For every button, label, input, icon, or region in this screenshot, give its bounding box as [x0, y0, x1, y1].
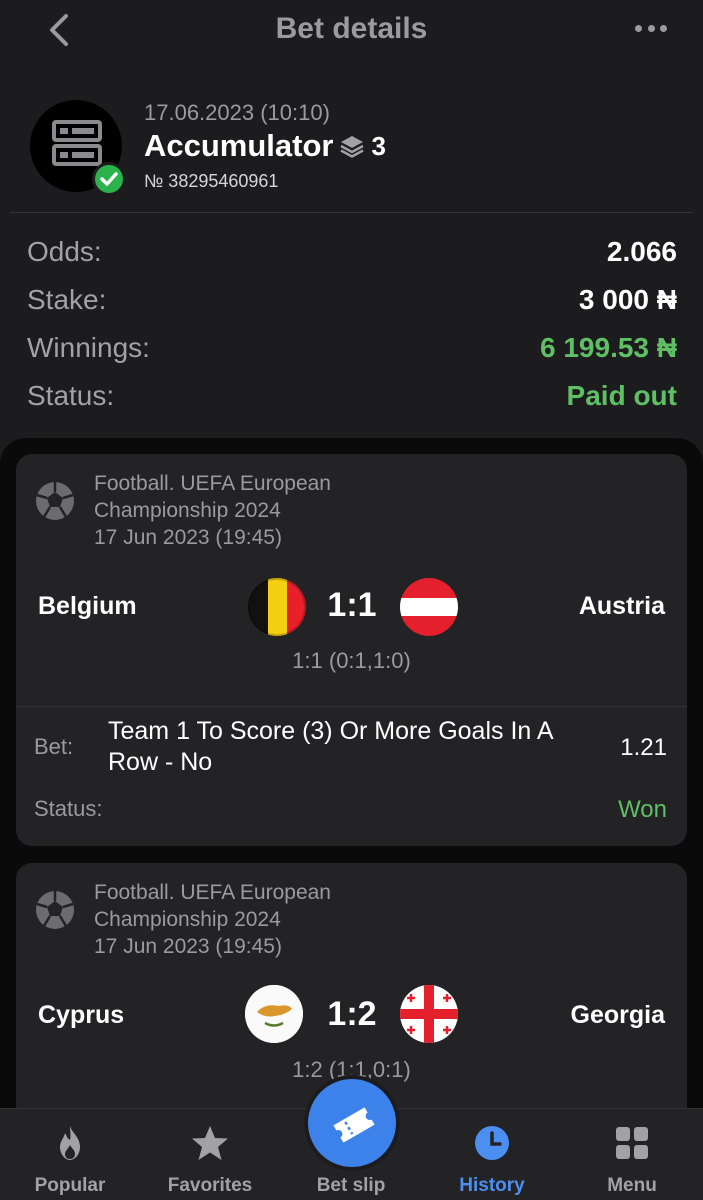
- clock-icon: [475, 1126, 509, 1160]
- austria-flag-icon: [400, 578, 458, 636]
- bet-label: Bet:: [34, 734, 74, 759]
- stake-label: Stake:: [27, 284, 107, 315]
- flame-icon: [60, 1126, 80, 1160]
- nav-label: Popular: [34, 1175, 106, 1196]
- team-home: Cyprus: [38, 1001, 125, 1029]
- bet-date: 17.06.2023 (10:10): [144, 100, 330, 125]
- league-name: Football. UEFA European Championship 202…: [94, 881, 331, 931]
- nav-label: History: [459, 1175, 525, 1196]
- team-away: Austria: [578, 592, 665, 620]
- stake-row: Stake: 3 000 ₦: [27, 276, 677, 324]
- cyprus-flag-icon: [245, 985, 303, 1043]
- team-home: Belgium: [38, 592, 137, 620]
- bet-number: № 38295460961: [144, 171, 279, 191]
- more-options-icon[interactable]: [635, 20, 667, 36]
- event-score: 1:1: [327, 586, 377, 624]
- nav-favorites[interactable]: Favorites: [150, 1109, 270, 1200]
- bet-selection: Team 1 To Score (3) Or More Goals In A R…: [108, 717, 553, 776]
- bet-type-label: Accumulator: [144, 128, 334, 163]
- football-icon: [36, 482, 74, 520]
- bet-odd: 1.21: [620, 734, 667, 761]
- league-name: Football. UEFA European Championship 202…: [94, 472, 331, 522]
- odds-row: Odds: 2.066: [27, 228, 677, 276]
- odds-value: 2.066: [606, 236, 677, 267]
- georgia-flag-icon: [400, 985, 458, 1043]
- nav-label: Bet slip: [316, 1175, 386, 1196]
- ticket-icon: [333, 1107, 375, 1143]
- event-date: 17 Jun 2023 (19:45): [94, 935, 282, 958]
- winnings-value: 6 199.53 ₦: [540, 332, 677, 363]
- accumulator-icon: [52, 120, 102, 166]
- football-icon: [36, 891, 74, 929]
- star-icon: [192, 1126, 228, 1160]
- nav-history[interactable]: History: [432, 1109, 552, 1200]
- winnings-row: Winnings: 6 199.53 ₦: [27, 324, 677, 372]
- event-date: 17 Jun 2023 (19:45): [94, 526, 282, 549]
- layers-icon: [340, 136, 365, 158]
- nav-label: Menu: [607, 1175, 657, 1196]
- event-status-label: Status:: [34, 796, 103, 821]
- nav-label: Favorites: [167, 1175, 253, 1196]
- divider: [10, 212, 693, 213]
- event-status-value: Won: [618, 796, 667, 823]
- event-score: 1:2: [327, 995, 377, 1033]
- bet-slip-button[interactable]: [304, 1075, 400, 1171]
- stake-value: 3 000 ₦: [578, 284, 677, 315]
- team-away: Georgia: [570, 1001, 665, 1029]
- page-title: Bet details: [275, 12, 428, 45]
- status-row: Status: Paid out: [27, 372, 677, 420]
- top-bar: Bet details: [0, 0, 703, 60]
- event-subscore: 1:1 (0:1,1:0): [292, 648, 411, 673]
- divider: [16, 706, 687, 707]
- bet-summary: Odds: 2.066 Stake: 3 000 ₦ Winnings: 6 1…: [27, 228, 677, 420]
- winnings-label: Winnings:: [27, 332, 150, 363]
- event-card[interactable]: Football. UEFA European Championship 202…: [16, 454, 687, 846]
- grid-icon: [616, 1127, 648, 1159]
- belgium-flag-icon: [248, 578, 306, 636]
- nav-popular[interactable]: Popular: [10, 1109, 130, 1200]
- status-value: Paid out: [566, 380, 677, 411]
- nav-menu[interactable]: Menu: [572, 1109, 692, 1200]
- bet-type: Accumulator 3: [144, 128, 386, 164]
- selections-count: 3: [371, 130, 386, 161]
- bet-header: 17.06.2023 (10:10) Accumulator 3 № 38295…: [30, 98, 680, 198]
- checkmark-icon: [92, 162, 126, 196]
- odds-label: Odds:: [27, 236, 102, 267]
- status-label: Status:: [27, 380, 115, 411]
- bet-type-avatar: [30, 100, 126, 196]
